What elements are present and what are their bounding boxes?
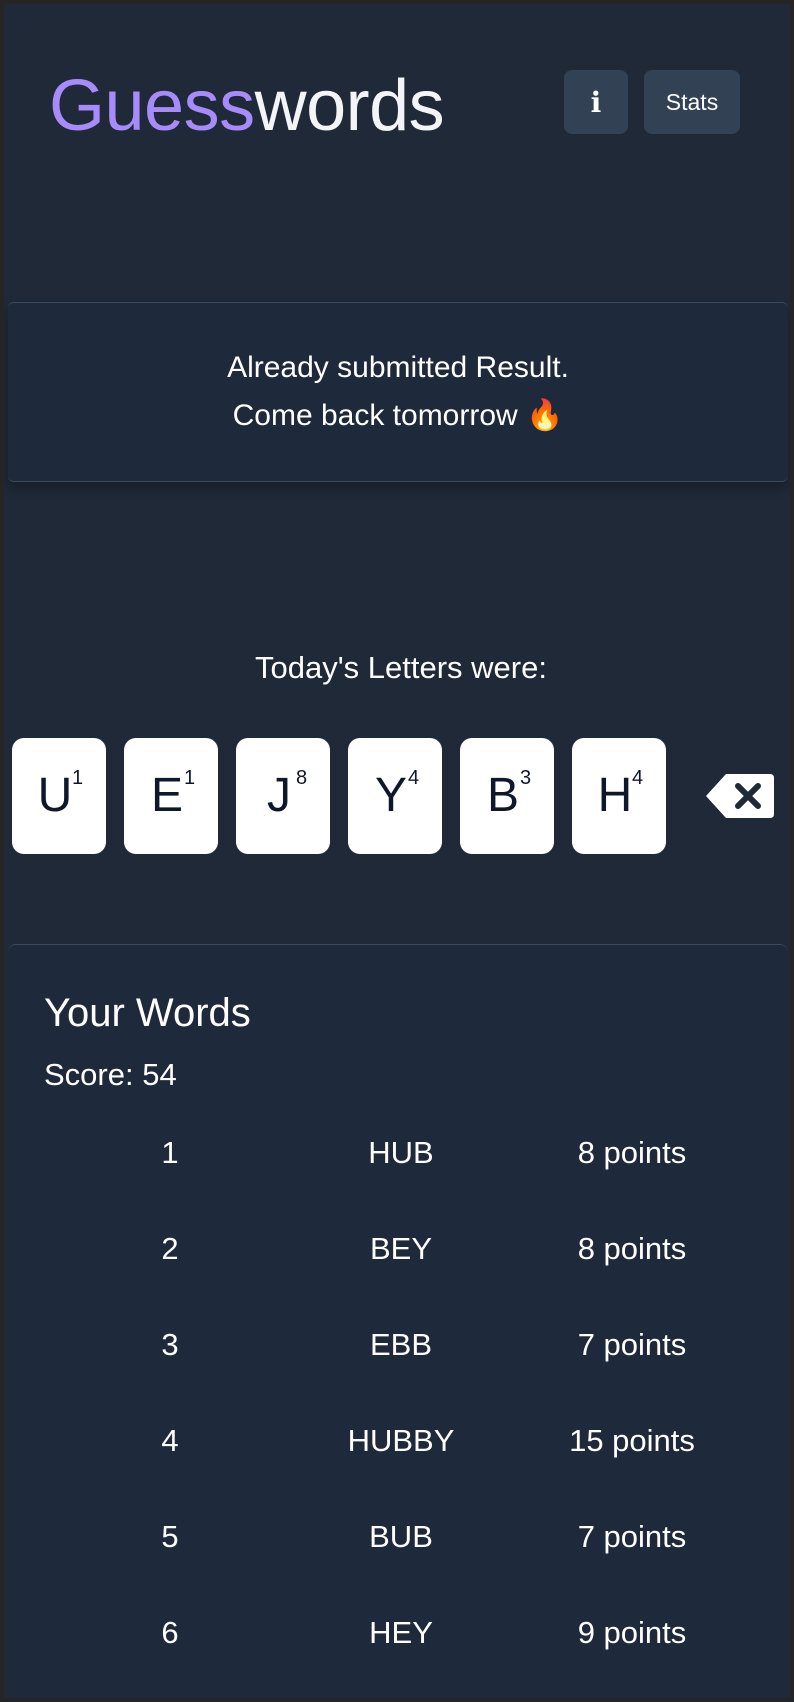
word-row: 2 BEY 8 points [8, 1219, 788, 1279]
tile-score: 8 [296, 767, 308, 789]
word-text: HUB [368, 1135, 434, 1170]
word-index: 2 [161, 1231, 179, 1266]
word-index: 5 [161, 1519, 179, 1554]
word-row: 6 HEY 9 points [8, 1603, 788, 1663]
tile-letter: Y [374, 769, 407, 822]
tile-score: 4 [632, 767, 644, 789]
tile-letter: B [486, 769, 519, 822]
logo-accent-text: Guess [49, 66, 255, 146]
tile-score: 1 [72, 767, 84, 789]
words-title: Your Words [44, 991, 251, 1035]
letter-tile[interactable]: U 1 [12, 738, 106, 854]
word-points: 7 points [577, 1327, 687, 1362]
app-container: Guesswords i Stats Already submitted Res… [4, 4, 790, 1698]
word-row: 4 HUBBY 15 points [8, 1411, 788, 1471]
score-total: Score: 54 [44, 1057, 177, 1092]
word-text: EBB [369, 1327, 433, 1362]
tile-letter: U [37, 769, 73, 822]
tile-score: 4 [408, 767, 420, 789]
word-text: BEY [369, 1231, 433, 1266]
letters-title: Today's Letters were: [255, 650, 547, 685]
stats-button[interactable]: Stats [644, 70, 740, 134]
word-index: 6 [161, 1615, 179, 1650]
letter-tile[interactable]: B 3 [460, 738, 554, 854]
header: Guesswords i Stats [4, 4, 790, 204]
your-words-panel: Your Words Score: 54 1 HUB 8 points 2 BE… [8, 944, 788, 1698]
tile-letter: H [597, 769, 633, 822]
word-index: 4 [161, 1423, 179, 1458]
word-index: 1 [161, 1135, 179, 1170]
backspace-icon[interactable] [704, 772, 776, 820]
word-text: BUB [369, 1519, 433, 1554]
tile-letter: J [267, 769, 291, 822]
result-message-line2: Come back tomorrow 🔥 [232, 399, 564, 432]
word-points: 7 points [577, 1519, 687, 1554]
app-logo: Guesswords [49, 62, 445, 150]
word-row: 3 EBB 7 points [8, 1315, 788, 1375]
tile-letter: E [150, 769, 183, 822]
letter-tile[interactable]: H 4 [572, 738, 666, 854]
letter-tile[interactable]: E 1 [124, 738, 218, 854]
result-message-line1: Already submitted Result. [227, 351, 569, 384]
letter-tile[interactable]: Y 4 [348, 738, 442, 854]
word-points: 8 points [577, 1135, 687, 1170]
letter-tile[interactable]: J 8 [236, 738, 330, 854]
tile-score: 1 [184, 767, 196, 789]
word-text: HEY [369, 1615, 433, 1650]
word-points: 15 points [569, 1423, 695, 1458]
logo-rest-text: words [254, 66, 445, 146]
word-points: 9 points [577, 1615, 687, 1650]
word-index: 3 [161, 1327, 179, 1362]
tile-score: 3 [520, 767, 532, 789]
word-row: 1 HUB 8 points [8, 1123, 788, 1183]
result-banner: Already submitted Result. Come back tomo… [8, 302, 788, 482]
word-text: HUBBY [347, 1423, 455, 1458]
info-button[interactable]: i [564, 70, 628, 134]
word-row: 5 BUB 7 points [8, 1507, 788, 1567]
word-points: 8 points [577, 1231, 687, 1266]
